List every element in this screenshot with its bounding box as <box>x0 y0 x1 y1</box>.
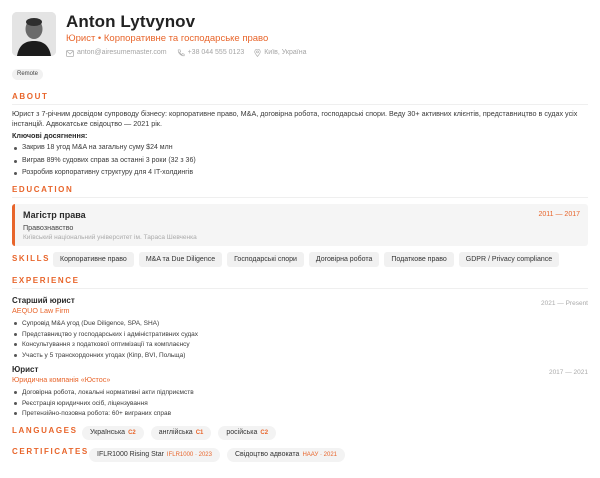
education-heading: EDUCATION <box>12 185 74 194</box>
job-duties: Супровід M&A угод (Due Diligence, SPA, S… <box>12 319 588 361</box>
skill-tag: Договірна робота <box>308 252 380 267</box>
list-item: Представництво у господарських і адмініс… <box>12 330 588 341</box>
skill-tag: M&A та Due Diligence <box>138 252 223 267</box>
list-item: Виграв 89% судових справ за останні 3 ро… <box>12 156 196 169</box>
resume-page: Anton Lytvynov Юрист • Корпоративне та г… <box>0 0 600 478</box>
school-name: Київський національний університет ім. Т… <box>23 234 197 241</box>
language-level: C2 <box>260 430 269 436</box>
list-item: Участь у 5 транскордонних угодах (Кіпр, … <box>12 351 588 362</box>
skill-tag: Корпоративне право <box>53 252 134 267</box>
job-entry: Старший юрист AEQUO Law Firm 2021 — Pres… <box>12 296 588 361</box>
job-duties: Договірна робота, локальні нормативні ак… <box>12 388 588 420</box>
list-item: Супровід M&A угод (Due Diligence, SPA, S… <box>12 319 588 330</box>
contact-phone[interactable]: +38 044 555 0123 <box>177 48 245 58</box>
certificate-chip: IFLR1000 Rising Star IFLR1000 · 2023 <box>89 448 220 462</box>
job-company: Юридична компанія «Юстос» <box>12 375 111 384</box>
avatar <box>12 12 56 56</box>
education-divider <box>12 197 588 198</box>
candidate-name: Anton Lytvynov <box>66 12 196 31</box>
candidate-title: Юрист • Корпоративне та господарське пра… <box>66 33 269 44</box>
language-chip: англійська C1 <box>150 426 212 440</box>
skills-list: Корпоративне право M&A та Due Diligence … <box>53 252 564 267</box>
language-level: C1 <box>195 430 204 436</box>
skill-tag: Господарські спори <box>227 252 304 267</box>
language-name: Українська <box>90 429 126 436</box>
list-item: Договірна робота, локальні нормативні ак… <box>12 388 588 399</box>
certificate-chip: Свідоцтво адвоката НААУ · 2021 <box>226 448 346 462</box>
experience-heading: EXPERIENCE <box>12 276 80 285</box>
mail-icon <box>66 49 74 57</box>
job-entry: Юрист Юридична компанія «Юстос» 2017 — 2… <box>12 365 588 420</box>
language-chip: російська C2 <box>218 426 277 440</box>
degree: Магістр права <box>23 210 86 220</box>
skill-tag: Податкове право <box>384 252 454 267</box>
languages-list: Українська C2 англійська C1 російська C2 <box>82 426 283 440</box>
certificate-meta: IFLR1000 · 2023 <box>166 452 212 458</box>
language-level: C2 <box>128 430 136 436</box>
certificate-name: Свідоцтво адвоката <box>234 451 300 458</box>
education-dates: 2011 — 2017 <box>538 211 580 218</box>
languages-heading: LANGUAGES <box>12 426 78 435</box>
email-text: anton@airesumemaster.com <box>77 49 167 56</box>
location-pin-icon <box>254 49 261 57</box>
job-dates: 2017 — 2021 <box>548 369 588 376</box>
list-item: Закрив 18 угод M&A на загальну суму $24 … <box>12 143 196 156</box>
job-dates: 2021 — Present <box>541 300 588 307</box>
list-item: Консультування з податкової оптимізації … <box>12 340 588 351</box>
certificates-heading: CERTIFICATES <box>12 447 89 456</box>
achievements-title: Ключові досягнення: <box>12 131 88 140</box>
field-of-study: Правознавство <box>23 223 74 232</box>
achievements-list: Закрив 18 угод M&A на загальну суму $24 … <box>12 143 196 181</box>
contact-location: Київ, Україна <box>254 48 306 58</box>
list-item: Претензійно-позовна робота: 60+ виграних… <box>12 409 588 420</box>
language-name: російська <box>226 429 258 436</box>
remote-badge: Remote <box>12 69 44 80</box>
list-item: Реєстрація юридичних осіб, ліцензування <box>12 399 588 410</box>
job-title: Юрист <box>12 365 39 374</box>
job-title: Старший юрист <box>12 296 75 305</box>
experience-divider <box>12 288 588 289</box>
skill-tag: GDPR / Privacy compliance <box>458 252 560 267</box>
certificate-meta: НААУ · 2021 <box>302 452 338 458</box>
resume-header: Anton Lytvynov Юрист • Корпоративне та г… <box>12 12 588 58</box>
about-divider <box>12 104 588 105</box>
skills-heading: SKILLS <box>12 254 51 263</box>
phone-text: +38 044 555 0123 <box>187 49 245 56</box>
contact-email[interactable]: anton@airesumemaster.com <box>66 48 167 58</box>
language-chip: Українська C2 <box>82 426 144 440</box>
location-text: Київ, Україна <box>264 49 307 56</box>
job-company: AEQUO Law Firm <box>12 306 70 315</box>
contact-row: anton@airesumemaster.com +38 044 555 012… <box>66 48 316 58</box>
language-name: англійська <box>158 429 193 436</box>
phone-icon <box>177 49 185 57</box>
education-card: Магістр права Правознавство Київський на… <box>12 204 588 246</box>
list-item: Розробив корпоративну структуру для 4 IT… <box>12 168 196 181</box>
certificate-name: IFLR1000 Rising Star <box>97 451 164 458</box>
about-text: Юрист з 7-річним досвідом супроводу бізн… <box>12 109 578 128</box>
about-heading: ABOUT <box>12 92 49 101</box>
certificates-list: IFLR1000 Rising Star IFLR1000 · 2023 Свід… <box>89 448 352 462</box>
